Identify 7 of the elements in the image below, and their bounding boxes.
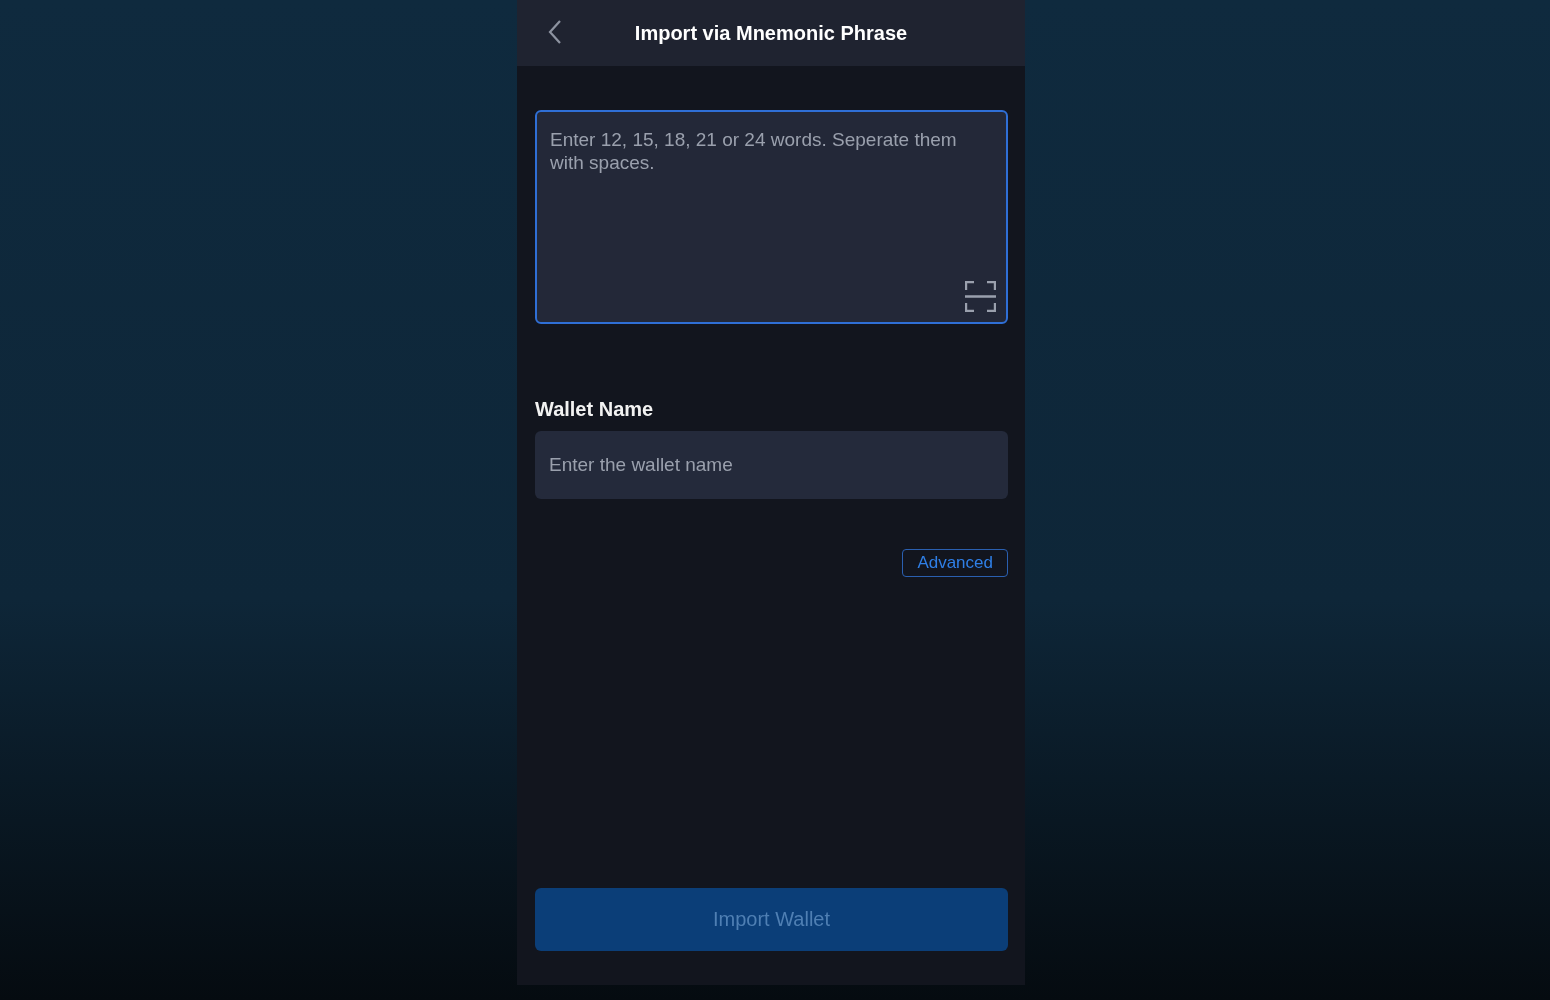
back-icon[interactable]: [547, 19, 563, 45]
field-label: Wallet Name: [535, 398, 655, 421]
scan-icon[interactable]: [965, 281, 996, 312]
mnemonic-field[interactable]: Enter 12, 15, 18, 21 or 24 words. Seperate them with spaces.: [535, 110, 1008, 324]
screen-title: Import via Mnemonic Phrase: [634, 21, 908, 45]
wallet-name-field[interactable]: Enter the wallet name: [535, 431, 1008, 499]
advanced-button[interactable]: Advanced: [902, 549, 1008, 577]
